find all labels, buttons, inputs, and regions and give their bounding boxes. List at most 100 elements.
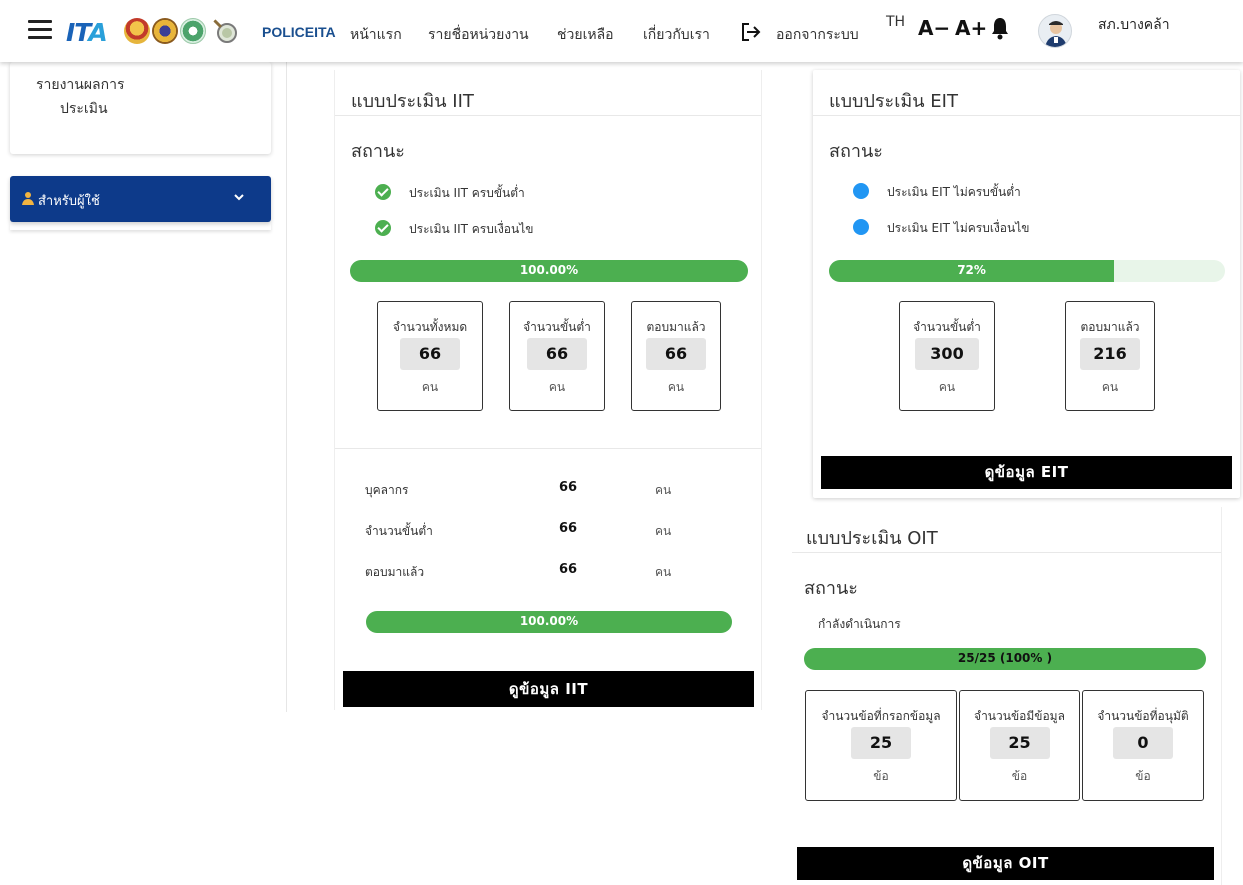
font-increase-button[interactable]: A+ (955, 16, 987, 40)
iit-title: แบบประเมิน IIT (351, 91, 474, 112)
magnifier-logo-icon (212, 18, 237, 43)
user-avatar[interactable] (1038, 14, 1072, 48)
stat-value: 216 (1080, 338, 1140, 370)
status-dot-icon (853, 219, 869, 235)
person-icon (22, 192, 34, 205)
sidebar-report-line2: ประเมิน (60, 101, 108, 117)
police-emblem-icon (124, 18, 150, 44)
stat-value: 66 (527, 338, 587, 370)
iit-row-label: บุคลากร (365, 483, 409, 497)
font-decrease-button[interactable]: A− (918, 16, 950, 40)
stat-unit: ข้อ (873, 769, 889, 783)
nav-agency-list[interactable]: รายชื่อหน่วยงาน (428, 24, 529, 46)
stat-caption: จำนวนข้อที่อนุมัติ (1097, 709, 1189, 723)
sidebar-menu-shadow (10, 222, 271, 230)
stat-caption: จำนวนทั้งหมด (392, 320, 468, 334)
stat-unit: ข้อ (1011, 769, 1028, 783)
stat-value: 25 (851, 727, 911, 759)
iit-row-value: 66 (559, 521, 578, 536)
eit-status-item: ประเมิน EIT ไม่ครบขั้นต่ำ (887, 185, 1021, 199)
ita-logo[interactable]: ITA (66, 18, 108, 47)
view-iit-button[interactable]: ดูข้อมูล IIT (343, 671, 754, 707)
sidebar-user-menu-label: สำหรับผู้ใช้ (38, 194, 100, 209)
iit-stat-total: จำนวนทั้งหมด 66 คน (377, 301, 483, 411)
royal-emblem-icon (152, 18, 178, 44)
stat-value: 0 (1113, 727, 1173, 759)
eit-stat-minimum: จำนวนขั้นต่ำ 300 คน (899, 301, 995, 411)
iit-progress-label-2: 100.00% (519, 614, 579, 628)
oit-card-header: แบบประเมิน OIT (792, 507, 1221, 553)
oit-progress-label: 25/25 (100% ) (957, 651, 1053, 665)
officer-avatar-icon (1045, 21, 1067, 47)
bell-icon[interactable] (990, 16, 1010, 40)
stat-value: 300 (915, 338, 979, 370)
stat-caption: จำนวนข้อมีข้อมูล (974, 709, 1065, 723)
check-circle-icon (375, 184, 391, 200)
sidebar: รายงานผลการ ประเมิน สำหรับผู้ใช้ (0, 62, 287, 712)
eit-status-heading: สถานะ (829, 141, 883, 162)
iit-row-unit: คน (655, 483, 672, 497)
iit-row-value: 66 (559, 480, 578, 495)
sidebar-report-line1: รายงานผลการ (36, 77, 125, 93)
sidebar-user-menu[interactable]: สำหรับผู้ใช้ (10, 176, 271, 222)
oit-stat-has-data: จำนวนข้อมีข้อมูล 25 ข้อ (959, 690, 1080, 801)
iit-row-unit: คน (655, 565, 672, 579)
eit-title: แบบประเมิน EIT (829, 91, 958, 112)
iit-card-header: แบบประเมิน IIT (335, 70, 761, 116)
top-navbar: ITA POLICEITA หน้าแรก รายชื่อหน่วยงาน ช่… (0, 0, 1243, 62)
oit-title: แบบประเมิน OIT (806, 528, 938, 549)
status-dot-icon (853, 183, 869, 199)
stat-value: 66 (646, 338, 706, 370)
iit-stat-minimum: จำนวนขั้นต่ำ 66 คน (509, 301, 605, 411)
view-eit-button[interactable]: ดูข้อมูล EIT (821, 456, 1232, 489)
language-toggle[interactable]: TH (886, 14, 905, 30)
stat-unit: คน (1101, 380, 1119, 394)
iit-row-label: จำนวนขั้นต่ำ (365, 524, 433, 538)
eit-card-header: แบบประเมิน EIT (813, 70, 1240, 116)
oit-stat-filled: จำนวนข้อที่กรอกข้อมูล 25 ข้อ (805, 690, 957, 801)
iit-stat-answered: ตอบมาแล้ว 66 คน (631, 301, 721, 411)
logout-icon[interactable] (740, 22, 762, 42)
iit-card: แบบประเมิน IIT สถานะ ประเมิน IIT ครบขั้น… (334, 70, 762, 710)
stat-unit: คน (938, 380, 956, 394)
stat-caption: ตอบมาแล้ว (1080, 320, 1140, 334)
hamburger-menu-icon[interactable] (28, 20, 52, 40)
eit-progress-label: 72% (957, 263, 986, 277)
iit-status-heading: สถานะ (351, 141, 405, 162)
eit-stat-answered: ตอบมาแล้ว 216 คน (1065, 301, 1155, 411)
brand-link[interactable]: POLICEITA (262, 24, 336, 40)
oit-card: แบบประเมิน OIT สถานะ กำลังดำเนินการ 25/2… (792, 507, 1222, 885)
eit-progress-bar: 72% (829, 260, 1225, 282)
nacc-emblem-icon (180, 18, 206, 44)
iit-row-unit: คน (655, 524, 672, 538)
stat-value: 66 (400, 338, 460, 370)
iit-progress-bar-2: 100.00% (366, 611, 732, 633)
iit-row-value: 66 (559, 562, 578, 577)
username-label[interactable]: สภ.บางคล้า (1098, 14, 1170, 36)
stat-caption: จำนวนขั้นต่ำ (523, 320, 591, 334)
stat-caption: จำนวนขั้นต่ำ (913, 320, 981, 334)
stat-caption: ตอบมาแล้ว (646, 320, 706, 334)
oit-stat-approved: จำนวนข้อที่อนุมัติ 0 ข้อ (1082, 690, 1204, 801)
oit-state-text: กำลังดำเนินการ (818, 617, 901, 631)
stat-unit: คน (667, 380, 685, 394)
iit-progress-label: 100.00% (519, 263, 579, 277)
view-oit-button[interactable]: ดูข้อมูล OIT (797, 847, 1214, 880)
oit-status-heading: สถานะ (804, 578, 858, 599)
check-circle-icon (375, 220, 391, 236)
stat-caption: จำนวนข้อที่กรอกข้อมูล (821, 709, 941, 723)
nav-home[interactable]: หน้าแรก (350, 24, 402, 46)
stat-value: 25 (989, 727, 1050, 759)
stat-unit: ข้อ (1135, 769, 1151, 783)
oit-progress-bar: 25/25 (100% ) (804, 648, 1206, 670)
sidebar-report-card[interactable]: รายงานผลการ ประเมิน (10, 62, 271, 154)
iit-row-label: ตอบมาแล้ว (365, 565, 425, 579)
nav-about[interactable]: เกี่ยวกับเรา (643, 24, 710, 46)
iit-status-item: ประเมิน IIT ครบเงื่อนไข (409, 222, 534, 236)
nav-help[interactable]: ช่วยเหลือ (557, 24, 614, 46)
eit-status-item: ประเมิน EIT ไม่ครบเงื่อนไข (887, 221, 1030, 235)
eit-card: แบบประเมิน EIT สถานะ ประเมิน EIT ไม่ครบข… (813, 70, 1240, 498)
stat-unit: คน (548, 380, 566, 394)
iit-divider (335, 448, 761, 449)
logout-link[interactable]: ออกจากระบบ (776, 24, 859, 46)
